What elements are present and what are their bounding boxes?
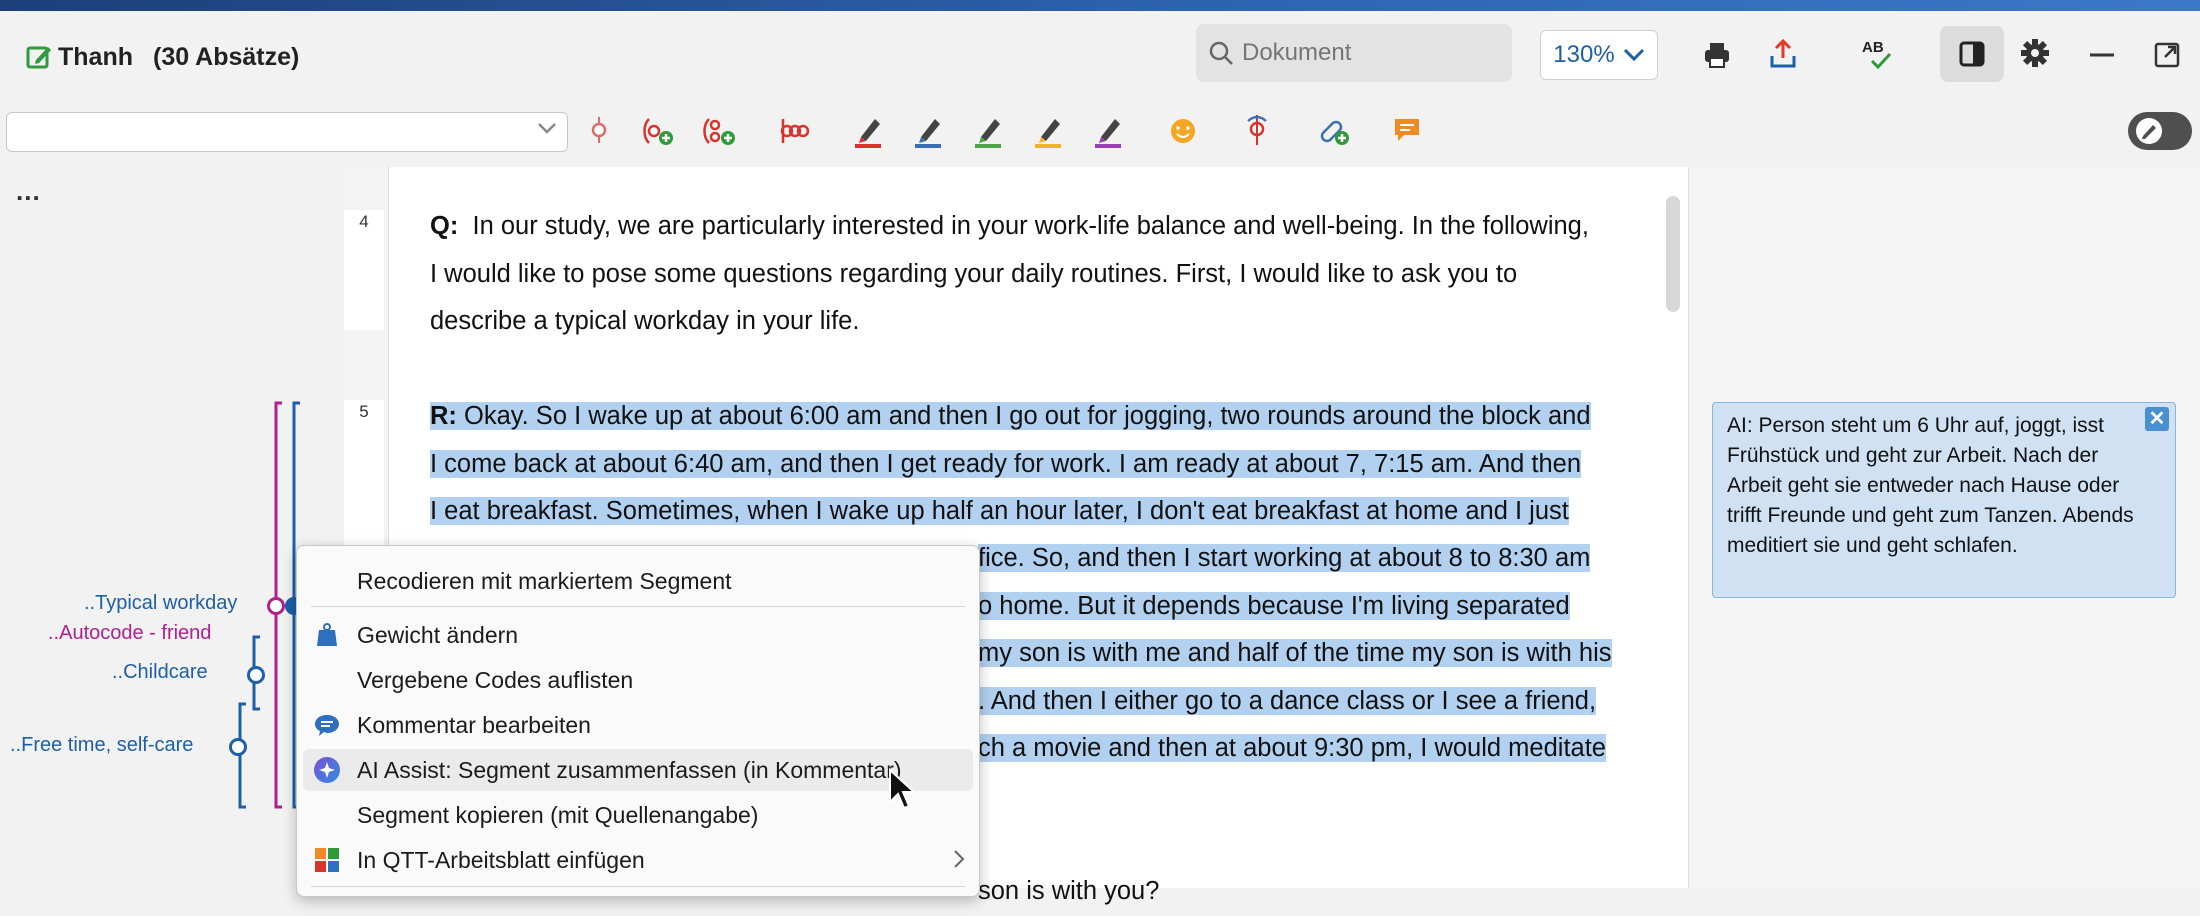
code-label-typical-workday[interactable]: ..Typical workday bbox=[84, 592, 237, 615]
text-line: I eat breakfast. Sometimes, when I wake … bbox=[430, 497, 1569, 525]
qtt-worksheet-icon bbox=[313, 846, 341, 874]
popout-icon[interactable] bbox=[2150, 38, 2184, 72]
memo-icon[interactable] bbox=[1390, 114, 1424, 146]
context-menu: Recodieren mit markiertem Segment Gewich… bbox=[296, 545, 980, 897]
paragraph-5[interactable]: R: Okay. So I wake up at about 6:00 am a… bbox=[430, 393, 1650, 536]
spellcheck-icon[interactable]: AB bbox=[1858, 36, 1898, 72]
chevron-down-icon bbox=[1623, 48, 1645, 62]
highlighter-red-icon[interactable] bbox=[852, 112, 884, 150]
minimize-icon[interactable] bbox=[2086, 40, 2118, 70]
text-line: I would like to pose some questions rega… bbox=[430, 259, 1518, 288]
paragraph-5-continued[interactable]: fice. So, and then I start working at ab… bbox=[978, 535, 1638, 773]
comment-box[interactable]: AI: Person steht um 6 Uhr auf, joggt, is… bbox=[1712, 402, 2176, 598]
highlighter-blue-icon[interactable] bbox=[912, 112, 944, 150]
zoom-select[interactable]: 130% bbox=[1540, 30, 1658, 80]
text-line: . And then I either go to a dance class … bbox=[978, 686, 1597, 715]
pencil-icon bbox=[2134, 116, 2164, 146]
code-label-autocode-friend[interactable]: ..Autocode - friend bbox=[48, 622, 211, 645]
code-stripe-marker[interactable] bbox=[229, 738, 247, 756]
text-line: describe a typical workday in your life. bbox=[430, 307, 860, 335]
code-stripe-marker[interactable] bbox=[247, 666, 265, 684]
in-vivo-code-icon[interactable] bbox=[776, 114, 812, 148]
menu-item-edit-comment[interactable]: Kommentar bearbeiten bbox=[297, 704, 979, 746]
paragraph-number: 5 bbox=[359, 402, 369, 421]
close-icon[interactable]: ✕ bbox=[2145, 407, 2169, 431]
chevron-right-icon bbox=[953, 849, 965, 869]
paragraph-6-partial[interactable]: son is with you? bbox=[978, 868, 1578, 916]
text-line: ch a movie and then at about 9:30 pm, I … bbox=[978, 734, 1606, 762]
sidebar-toggle-icon bbox=[1958, 40, 1986, 68]
code-label-free-time-self-care[interactable]: ..Free time, self-care bbox=[10, 734, 193, 757]
zoom-value: 130% bbox=[1553, 41, 1615, 68]
menu-item-change-weight[interactable]: Gewicht ändern bbox=[297, 614, 979, 656]
window-top-strip bbox=[0, 0, 2200, 11]
export-icon[interactable] bbox=[1766, 36, 1800, 72]
text-line: o home. But it depends because I'm livin… bbox=[978, 591, 1570, 620]
edit-doc-icon[interactable] bbox=[26, 44, 52, 70]
paragraph-4[interactable]: Q: In our study, we are particularly int… bbox=[430, 203, 1650, 346]
menu-item-list-codes[interactable]: Vergebene Codes auflisten bbox=[297, 659, 979, 701]
menu-item-recode[interactable]: Recodieren mit markiertem Segment bbox=[297, 560, 979, 602]
text-line: R: Okay. So I wake up at about 6:00 am a… bbox=[430, 393, 1650, 441]
add-link-icon[interactable] bbox=[1316, 112, 1352, 148]
code-link-icon[interactable] bbox=[1240, 112, 1274, 148]
settings-icon[interactable] bbox=[2018, 36, 2052, 70]
emoticode-icon[interactable] bbox=[1166, 114, 1200, 148]
code-stripes bbox=[238, 401, 300, 809]
comment-text: AI: Person steht um 6 Uhr auf, joggt, is… bbox=[1727, 414, 2134, 557]
code-with-new-code-icon[interactable] bbox=[640, 114, 676, 148]
text-line-content: In our study, we are particularly intere… bbox=[472, 212, 1589, 240]
code-label-childcare[interactable]: ..Childcare bbox=[112, 661, 208, 684]
text-line: my son is with me and half of the time m… bbox=[978, 639, 1612, 667]
document-title: Thanh (30 Absätze) bbox=[26, 40, 299, 74]
paragraph-number: 4 bbox=[359, 212, 369, 231]
highlighter-yellow-icon[interactable] bbox=[1032, 112, 1064, 150]
print-icon[interactable] bbox=[1700, 38, 1734, 72]
menu-separator bbox=[311, 886, 965, 887]
search-icon bbox=[1208, 40, 1234, 66]
highlighter-purple-icon[interactable] bbox=[1092, 112, 1124, 150]
text-line-content: Okay. So I wake up at about 6:00 am and … bbox=[464, 402, 1591, 430]
menu-item-copy-segment[interactable]: Segment kopieren (mit Quellenangabe) bbox=[297, 794, 979, 836]
ai-assist-icon bbox=[313, 756, 341, 784]
text-line: son is with you? bbox=[978, 877, 1160, 905]
code-pin-icon[interactable] bbox=[584, 114, 614, 146]
edit-mode-toggle[interactable] bbox=[2128, 112, 2192, 150]
highlighter-green-icon[interactable] bbox=[972, 112, 1004, 150]
menu-item-insert-qtt-worksheet[interactable]: In QTT-Arbeitsblatt einfügen bbox=[297, 839, 979, 881]
svg-text:AB: AB bbox=[1862, 39, 1884, 56]
mouse-cursor-icon bbox=[889, 768, 917, 810]
text-line: Q: In our study, we are particularly int… bbox=[430, 203, 1650, 251]
code-stripe-marker[interactable] bbox=[267, 597, 285, 615]
menu-item-ai-assist-summarize[interactable]: AI Assist: Segment zusammenfassen (in Ko… bbox=[303, 749, 973, 791]
chevron-down-icon bbox=[537, 121, 557, 140]
scrollbar-thumb[interactable] bbox=[1666, 196, 1680, 312]
sidebar-toggle-button[interactable] bbox=[1940, 26, 2004, 82]
speaker-label: R: bbox=[430, 402, 457, 430]
document-search-box[interactable] bbox=[1196, 24, 1512, 82]
document-name: Thanh bbox=[58, 42, 133, 71]
code-multiple-new-icon[interactable] bbox=[702, 114, 738, 148]
menu-separator bbox=[311, 606, 965, 607]
paragraph-count: (30 Absätze) bbox=[153, 42, 300, 71]
weight-icon bbox=[313, 621, 341, 649]
text-line: I come back at about 6:40 am, and then I… bbox=[430, 449, 1582, 478]
comment-icon bbox=[313, 711, 341, 739]
search-input[interactable] bbox=[1240, 38, 1504, 68]
speaker-label: Q: bbox=[430, 212, 459, 240]
code-select[interactable] bbox=[6, 112, 568, 152]
text-line: fice. So, and then I start working at ab… bbox=[978, 544, 1591, 572]
